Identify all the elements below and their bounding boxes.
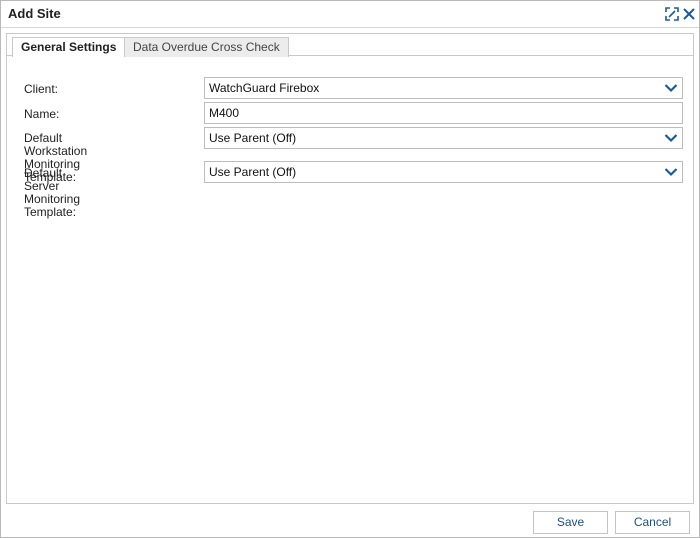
tab-general-settings[interactable]: General Settings <box>12 37 126 57</box>
client-label: Client: <box>24 82 59 96</box>
tab-data-overdue-cross-check[interactable]: Data Overdue Cross Check <box>124 37 289 57</box>
name-label: Name: <box>24 107 60 121</box>
close-icon[interactable] <box>681 6 697 22</box>
dialog-titlebar[interactable]: Add Site <box>1 1 699 28</box>
server-template-label-line1: Default Server Monitoring <box>24 166 81 206</box>
dialog-body: General Settings Data Overdue Cross Chec… <box>6 33 694 504</box>
cancel-button[interactable]: Cancel <box>615 511 690 534</box>
workstation-template-value: Use Parent (Off) <box>209 131 297 145</box>
name-value: M400 <box>209 106 240 120</box>
server-template-label-line2: Template: <box>24 205 77 219</box>
name-input[interactable]: M400 <box>204 102 683 124</box>
client-value: WatchGuard Firebox <box>209 81 320 95</box>
chevron-down-icon[interactable] <box>660 162 682 182</box>
expand-icon[interactable] <box>664 6 680 22</box>
client-select[interactable]: WatchGuard Firebox <box>204 77 683 99</box>
add-site-dialog: Add Site General Settings Data Overdue C… <box>0 0 700 538</box>
workstation-template-select[interactable]: Use Parent (Off) <box>204 127 683 149</box>
server-template-select[interactable]: Use Parent (Off) <box>204 161 683 183</box>
dialog-title: Add Site <box>8 6 61 21</box>
dialog-footer: Save Cancel <box>1 507 699 537</box>
workstation-template-label-line1: Default Workstation Monitoring <box>24 131 88 171</box>
tab-strip: General Settings Data Overdue Cross Chec… <box>7 34 693 57</box>
server-template-label: Default Server Monitoring Template: <box>24 167 80 219</box>
save-button[interactable]: Save <box>533 511 608 534</box>
server-template-value: Use Parent (Off) <box>209 165 297 179</box>
chevron-down-icon[interactable] <box>660 128 682 148</box>
chevron-down-icon[interactable] <box>660 78 682 98</box>
